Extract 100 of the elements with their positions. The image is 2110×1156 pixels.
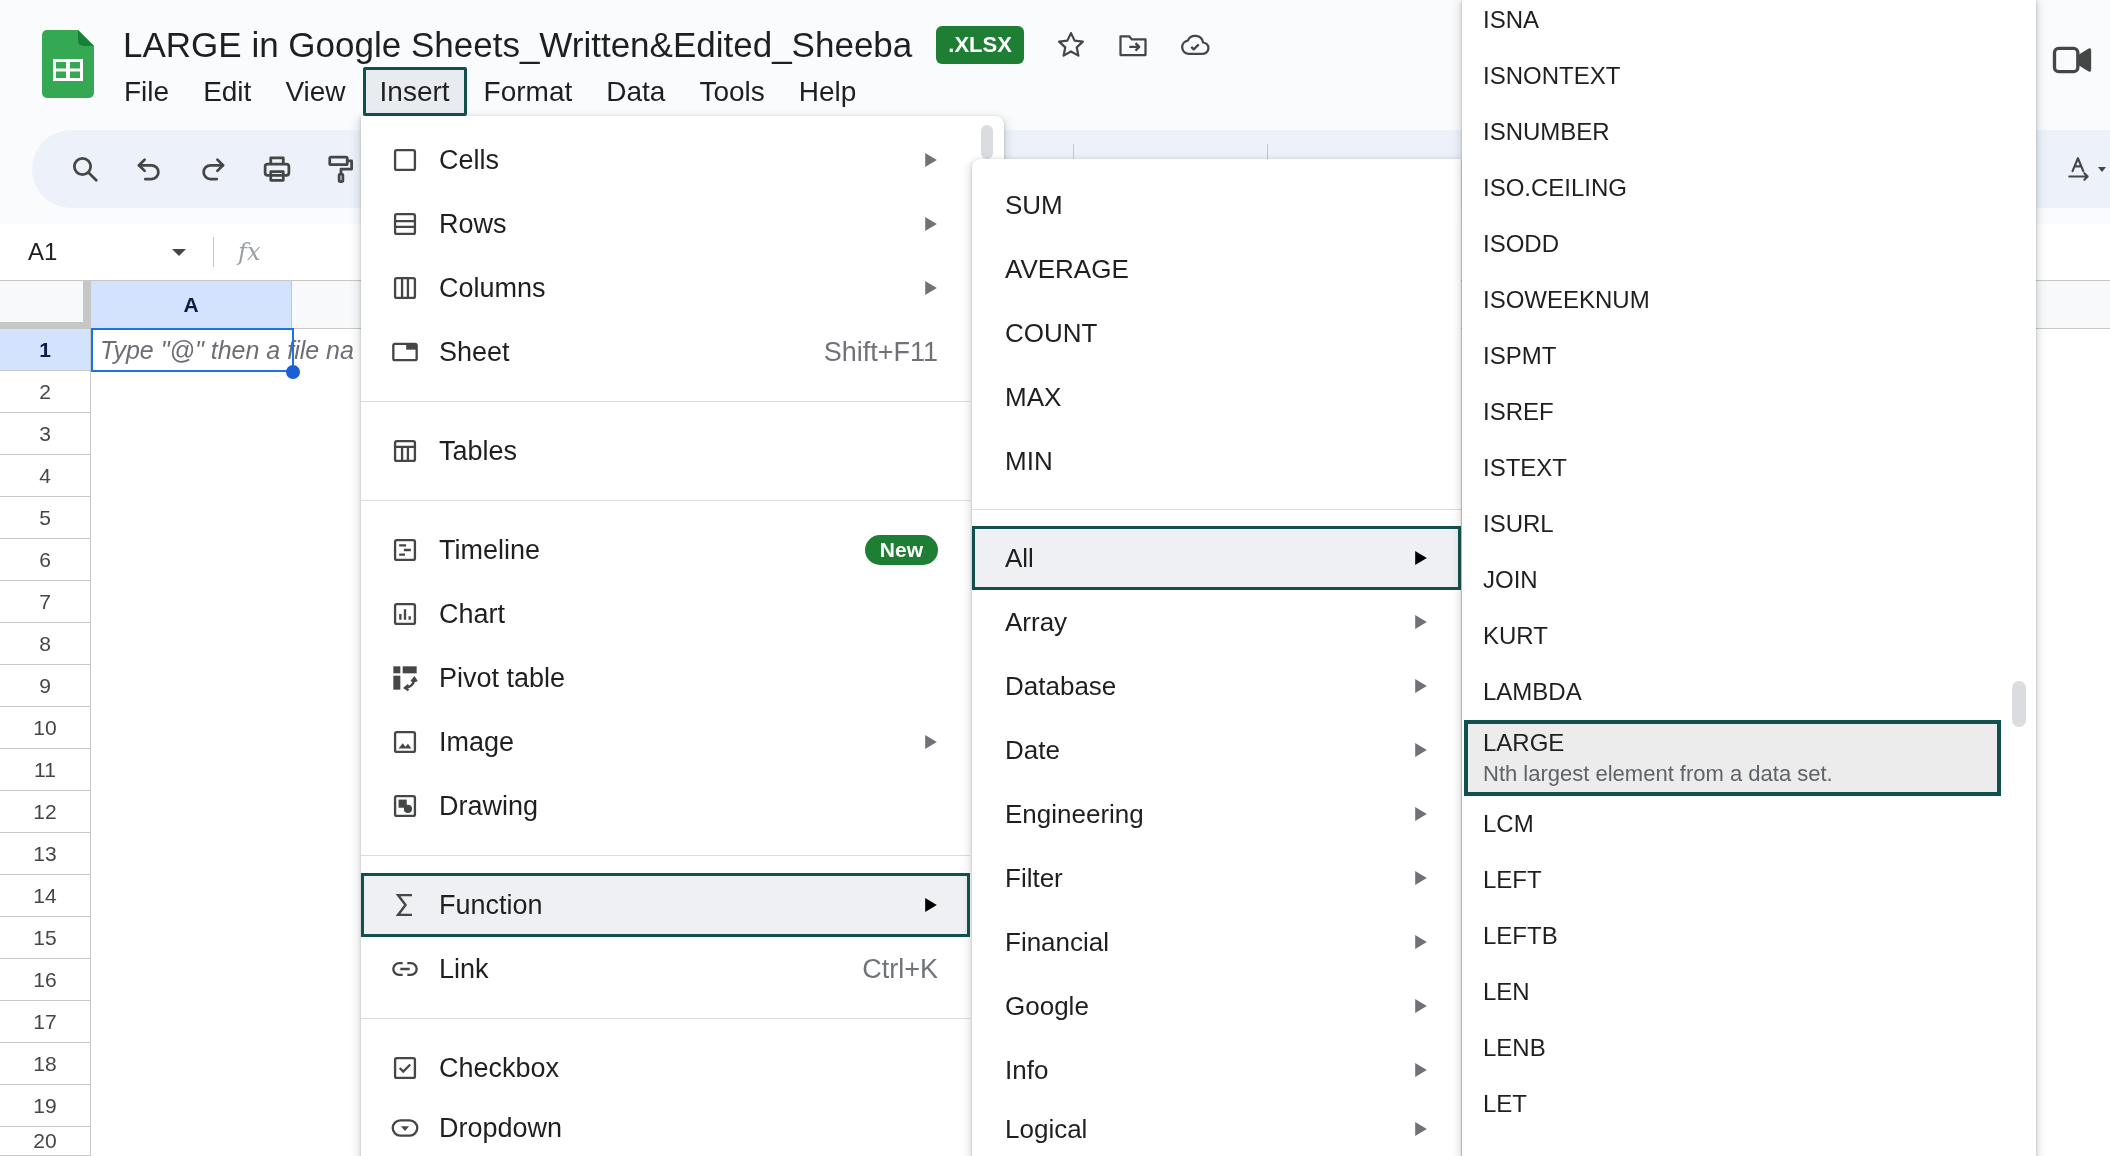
row-header[interactable]: 20 [0, 1127, 91, 1156]
row-header[interactable]: 13 [0, 833, 91, 875]
function-list-item[interactable]: ISTEXT [1464, 440, 2001, 496]
function-list-item[interactable]: ISODD [1464, 216, 2001, 272]
menu-item[interactable]: Engineering [972, 782, 1461, 846]
function-list-item[interactable]: ISURL [1464, 496, 2001, 552]
row-header[interactable]: 6 [0, 539, 91, 581]
menu-bar-item[interactable]: Tools [682, 67, 782, 116]
caret-icon [172, 248, 186, 256]
square-icon [391, 146, 419, 174]
menu-item[interactable]: Columns [361, 256, 970, 320]
column-header[interactable]: A [91, 281, 292, 329]
function-list-item[interactable]: ISNONTEXT [1464, 48, 2001, 104]
row-header[interactable]: 3 [0, 413, 91, 455]
menu-bar-item[interactable]: Data [589, 67, 683, 116]
row-header[interactable]: 18 [0, 1043, 91, 1085]
row-header[interactable]: 8 [0, 623, 91, 665]
menu-bar-item[interactable]: File [107, 67, 187, 116]
shortcut-text: Shift+F11 [823, 336, 938, 368]
menu-item[interactable]: Google [972, 974, 1461, 1038]
checkbox-icon [391, 1054, 419, 1082]
function-list-item[interactable]: LCM [1464, 796, 2001, 852]
spreadsheet-icon[interactable] [42, 30, 94, 98]
row-header[interactable]: 14 [0, 875, 91, 917]
menu-item[interactable]: Timeline New [361, 518, 970, 582]
function-list-item[interactable]: ISNUMBER [1464, 104, 2001, 160]
menu-item[interactable]: COUNT [972, 301, 1461, 365]
scrollbar-thumb[interactable] [2012, 681, 2026, 727]
menu-item[interactable]: Drawing [361, 774, 970, 838]
function-list-item[interactable]: LEN [1464, 964, 2001, 1020]
menu-item[interactable]: Array [972, 590, 1461, 654]
menu-item[interactable]: Cells [361, 128, 970, 192]
row-header[interactable]: 9 [0, 665, 91, 707]
row-header[interactable]: 1 [0, 329, 91, 371]
shortcut-text: Ctrl+K [862, 953, 938, 985]
menu-bar-item[interactable]: Edit [186, 67, 269, 116]
row-header[interactable]: 11 [0, 749, 91, 791]
function-symbol: fx [238, 238, 261, 266]
function-list-item[interactable]: JOIN [1464, 552, 2001, 608]
menu-item[interactable]: Image [361, 710, 970, 774]
function-list-item[interactable]: LET [1464, 1076, 2001, 1132]
row-header[interactable]: 12 [0, 791, 91, 833]
menu-item[interactable]: Dropdown [361, 1100, 970, 1156]
row-header[interactable]: 5 [0, 497, 91, 539]
menu-item[interactable]: Logical [972, 1102, 1461, 1156]
paint-roller-icon[interactable] [326, 154, 356, 184]
letter-arrow-icon[interactable] [2066, 155, 2092, 183]
menu-bar-item[interactable]: Help [781, 67, 874, 116]
menu-item[interactable]: Date [972, 718, 1461, 782]
bar-chart-icon [391, 600, 419, 628]
menu-item[interactable]: Sheet Shift+F11 [361, 320, 970, 384]
menu-item[interactable]: Pivot table [361, 646, 970, 710]
function-list-item[interactable]: ISPMT [1464, 328, 2001, 384]
menu-bar-item[interactable]: Insert [362, 67, 467, 116]
menu-item[interactable]: MAX [972, 365, 1461, 429]
scrollbar-thumb[interactable] [981, 125, 993, 159]
fill-handle[interactable] [286, 365, 300, 379]
row-header[interactable]: 10 [0, 707, 91, 749]
menu-item[interactable]: Link Ctrl+K [361, 937, 970, 1001]
menu-item[interactable]: SUM [972, 173, 1461, 237]
menu-bar-item[interactable]: View [268, 67, 363, 116]
table-icon [391, 437, 419, 465]
row-header[interactable]: 4 [0, 455, 91, 497]
menu-item[interactable]: Info [972, 1038, 1461, 1102]
menu-item[interactable]: Function [361, 873, 970, 937]
function-list-item[interactable]: ISO.CEILING [1464, 160, 2001, 216]
menu-item[interactable]: Financial [972, 910, 1461, 974]
function-list-item[interactable]: LARGE Nth largest element from a data set. [1464, 720, 2001, 796]
function-list-item[interactable]: KURT [1464, 608, 2001, 664]
row-header[interactable]: 2 [0, 371, 91, 413]
row-header[interactable]: 17 [0, 1001, 91, 1043]
row-header[interactable]: 7 [0, 581, 91, 623]
print-icon[interactable] [262, 154, 292, 184]
menu-item[interactable]: Tables [361, 419, 970, 483]
row-header[interactable]: 15 [0, 917, 91, 959]
menu-item[interactable]: All [972, 526, 1461, 590]
menu-item[interactable]: Checkbox [361, 1036, 970, 1100]
function-list-item[interactable]: LEFTB [1464, 908, 2001, 964]
function-list-item[interactable]: LEFT [1464, 852, 2001, 908]
menu-bar-item[interactable]: Format [466, 67, 590, 116]
menu-item[interactable]: Chart [361, 582, 970, 646]
menu-item[interactable]: AVERAGE [972, 237, 1461, 301]
function-list-item[interactable]: LENB [1464, 1020, 2001, 1076]
name-box[interactable]: A1 [16, 232, 198, 272]
search-icon[interactable] [70, 154, 100, 184]
columns-icon [391, 274, 419, 302]
function-list-item[interactable]: ISREF [1464, 384, 2001, 440]
menu-item[interactable]: Database [972, 654, 1461, 718]
menu-item[interactable]: Filter [972, 846, 1461, 910]
star-icon[interactable] [1055, 29, 1086, 60]
document-title[interactable]: LARGE in Google Sheets_Written&Edited_Sheeba [123, 23, 913, 66]
row-header[interactable]: 19 [0, 1085, 91, 1127]
row-header[interactable]: 16 [0, 959, 91, 1001]
function-list-item[interactable]: LAMBDA [1464, 664, 2001, 720]
caret-icon[interactable] [2098, 166, 2106, 172]
menu-item[interactable]: Rows [361, 192, 970, 256]
function-list-item[interactable]: ISNA [1464, 0, 2001, 48]
pivot-table-icon [391, 664, 419, 692]
menu-item[interactable]: MIN [972, 429, 1461, 493]
function-list-item[interactable]: ISOWEEKNUM [1464, 272, 2001, 328]
